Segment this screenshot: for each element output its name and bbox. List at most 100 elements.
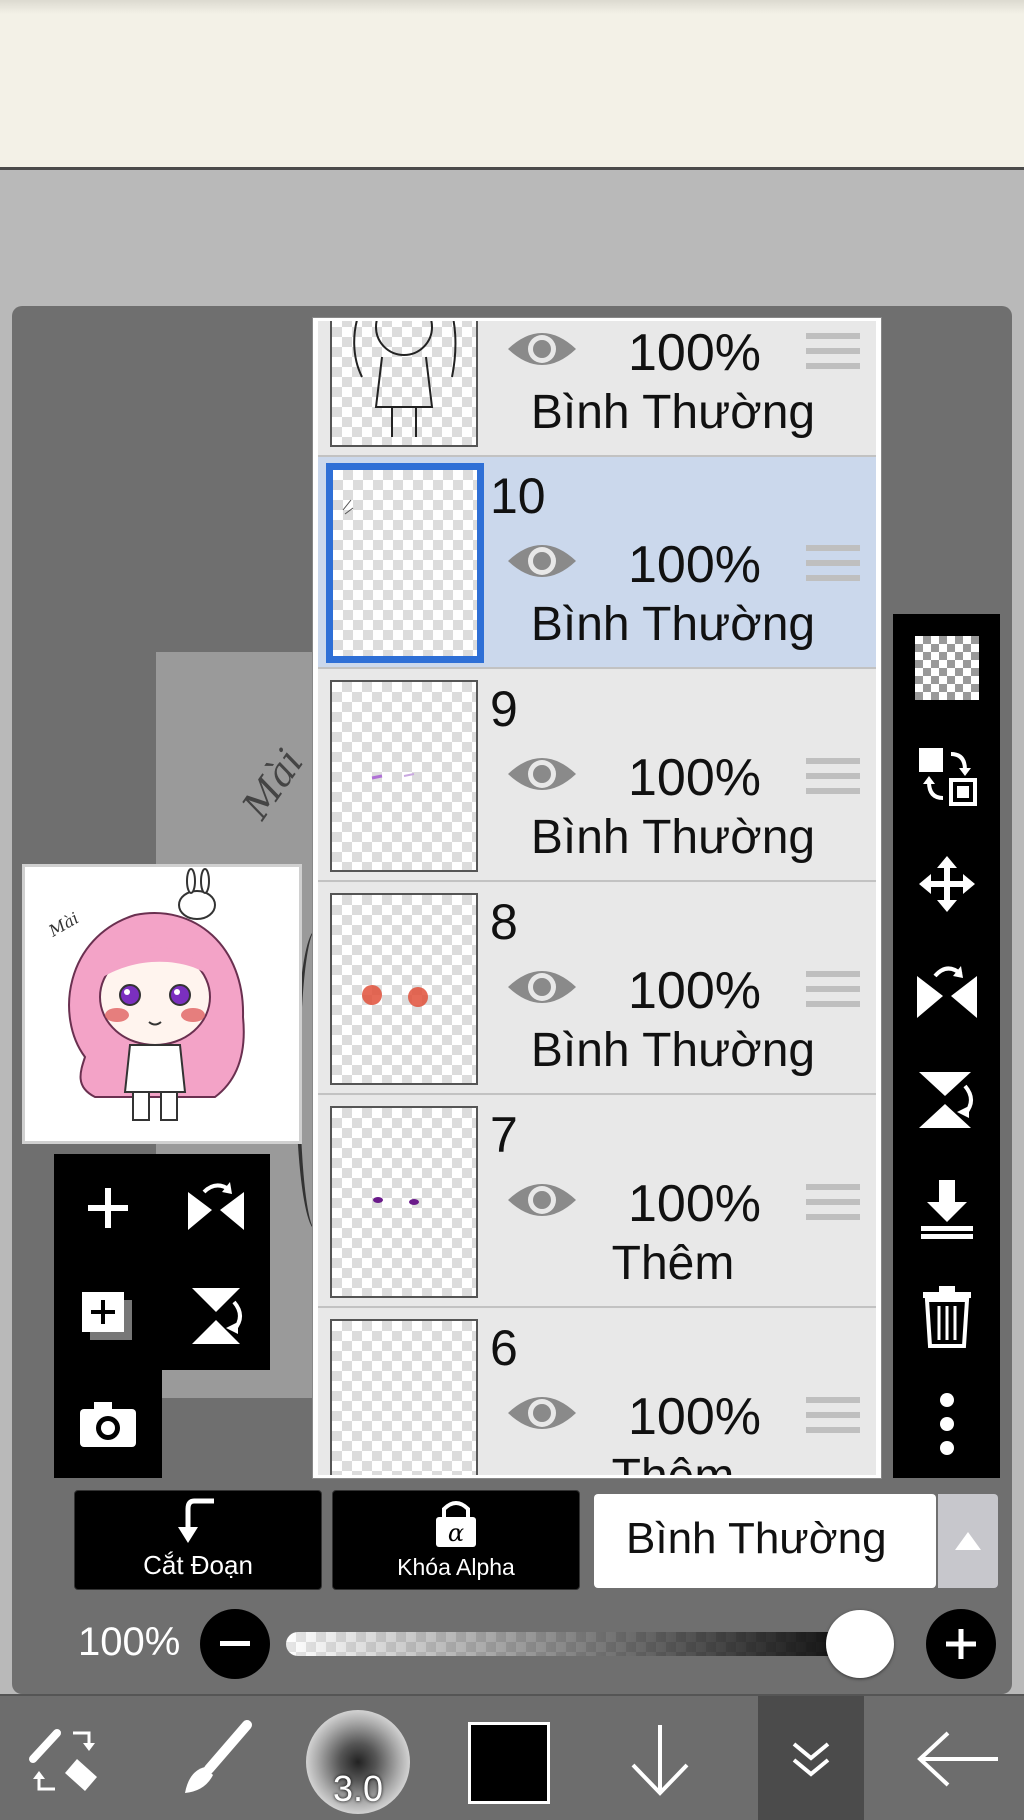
visibility-toggle[interactable] xyxy=(504,323,580,380)
merge-down-button[interactable] xyxy=(893,1154,1000,1262)
add-copy-layer-button[interactable] xyxy=(54,1262,162,1370)
transparent-fill-button[interactable] xyxy=(893,614,1000,722)
opacity-increase-button[interactable] xyxy=(926,1609,996,1679)
layer-row[interactable]: 6 100% Thêm xyxy=(318,1309,876,1475)
visibility-toggle[interactable] xyxy=(504,961,580,1018)
layer-number: 6 xyxy=(490,1320,518,1376)
layer-blend-mode: Bình Thường xyxy=(530,386,816,439)
brush-size-button[interactable]: 3.0 xyxy=(306,1710,410,1814)
alpha-lock-icon: α xyxy=(436,1501,476,1547)
move-arrows-icon xyxy=(918,856,975,912)
layers-list[interactable]: 100% Bình Thường 10 100% Bình Thường 9 100% Bìn… xyxy=(313,318,881,1478)
layer-thumbnail[interactable] xyxy=(330,893,478,1085)
visibility-toggle[interactable] xyxy=(504,1387,580,1444)
more-options-button[interactable] xyxy=(893,1370,1000,1478)
layer-thumbnail[interactable] xyxy=(326,463,484,663)
visibility-toggle[interactable] xyxy=(504,748,580,805)
layer-blend-mode: Bình Thường xyxy=(530,598,816,651)
layer-number: 8 xyxy=(490,894,518,950)
canvas-signature: Mài xyxy=(233,741,313,827)
flip-horizontal-icon xyxy=(916,966,977,1018)
brush-eraser-swap-icon xyxy=(29,1729,97,1791)
flip-vertical-icon xyxy=(918,1072,973,1128)
triangle-up-icon xyxy=(955,1532,981,1550)
layer-row[interactable]: 9 100% Bình Thường xyxy=(318,670,876,882)
layer-opacity: 100% xyxy=(628,324,761,382)
delete-layer-button[interactable] xyxy=(893,1262,1000,1370)
layer-thumb-art xyxy=(373,1197,419,1205)
layer-thumb-art xyxy=(371,773,415,780)
opacity-slider-fill xyxy=(286,1632,886,1656)
clipping-label: Cắt Đoạn xyxy=(143,1550,253,1580)
alpha-lock-label: Khóa Alpha xyxy=(397,1554,515,1580)
arrow-left-icon xyxy=(917,1731,998,1787)
layer-row[interactable]: 10 100% Bình Thường xyxy=(318,457,876,669)
color-picker-button[interactable] xyxy=(468,1722,550,1804)
layer-thumbnail[interactable] xyxy=(330,1319,478,1475)
flip-horizontal-layer-button[interactable] xyxy=(162,1154,270,1262)
layer-opacity: 100% xyxy=(628,1175,761,1233)
back-button[interactable] xyxy=(894,1696,1024,1820)
layer-number: 10 xyxy=(490,468,546,524)
brush-tool-button[interactable] xyxy=(150,1696,280,1820)
opacity-slider-handle[interactable] xyxy=(826,1610,894,1678)
layer-opacity: 100% xyxy=(628,749,761,807)
alpha-lock-button[interactable]: α Khóa Alpha xyxy=(332,1490,580,1590)
layer-blend-mode: Bình Thường xyxy=(530,1024,816,1077)
layer-thumb-art xyxy=(342,499,354,515)
visibility-toggle[interactable] xyxy=(504,535,580,592)
flip-horizontal-button[interactable] xyxy=(893,938,1000,1046)
layer-blend-mode: Bình Thường xyxy=(530,811,816,864)
swap-icon xyxy=(918,748,977,806)
drag-handle-icon[interactable] xyxy=(806,545,860,589)
eye-icon xyxy=(508,971,576,1003)
eye-icon xyxy=(508,1184,576,1216)
swap-layers-button[interactable] xyxy=(893,722,1000,830)
checker-icon xyxy=(914,636,979,700)
layer-thumb-art xyxy=(353,321,457,437)
layer-thumbnail[interactable] xyxy=(330,321,478,447)
blend-mode-select[interactable]: Bình Thường xyxy=(594,1494,936,1588)
clipping-button[interactable]: Cắt Đoạn xyxy=(74,1490,322,1590)
top-bar xyxy=(0,0,1024,170)
drag-handle-icon[interactable] xyxy=(806,1184,860,1228)
layer-row[interactable]: 100% Bình Thường xyxy=(318,321,876,457)
flip-vertical-layer-button[interactable] xyxy=(162,1262,270,1370)
move-layer-button[interactable] xyxy=(893,830,1000,938)
opacity-decrease-button[interactable] xyxy=(200,1609,270,1679)
blend-mode-value: Bình Thường xyxy=(626,1514,887,1563)
eye-icon xyxy=(508,333,576,365)
flip-vertical-icon xyxy=(192,1288,242,1344)
eye-icon xyxy=(508,1397,576,1429)
add-layer-button[interactable] xyxy=(54,1154,162,1262)
blend-mode-dropdown-button[interactable] xyxy=(938,1494,998,1588)
layer-opacity: 100% xyxy=(628,1388,761,1446)
flip-vertical-button[interactable] xyxy=(893,1046,1000,1154)
layer-thumbnail[interactable] xyxy=(330,680,478,872)
drag-handle-icon[interactable] xyxy=(806,1397,860,1441)
layer-thumbnail[interactable] xyxy=(330,1106,478,1298)
more-vertical-icon xyxy=(939,1393,954,1455)
eye-icon xyxy=(508,545,576,577)
canvas-thumbnail[interactable]: Mài xyxy=(22,864,302,1144)
layers-toggle-button[interactable] xyxy=(758,1696,864,1820)
clipping-arrow-icon xyxy=(178,1498,214,1543)
drag-handle-icon[interactable] xyxy=(806,971,860,1015)
layer-number: 7 xyxy=(490,1107,518,1163)
opacity-label: 100% xyxy=(78,1620,181,1664)
opacity-slider[interactable] xyxy=(286,1632,886,1656)
flip-horizontal-icon xyxy=(188,1182,244,1230)
add-copy-icon xyxy=(82,1292,132,1340)
layer-down-button[interactable] xyxy=(600,1696,720,1820)
drag-handle-icon[interactable] xyxy=(806,758,860,802)
drag-handle-icon[interactable] xyxy=(806,333,860,377)
layer-row[interactable]: 8 100% Bình Thường xyxy=(318,883,876,1095)
layer-row[interactable]: 7 100% Thêm xyxy=(318,1096,876,1308)
camera-import-button[interactable] xyxy=(54,1370,162,1478)
visibility-toggle[interactable] xyxy=(504,1174,580,1231)
svg-text:α: α xyxy=(448,1519,464,1547)
layer-side-toolbar xyxy=(893,614,1000,1478)
camera-group xyxy=(54,1370,162,1478)
layers-scroll[interactable]: 100% Bình Thường 10 100% Bình Thường 9 100% Bìn… xyxy=(318,321,876,1475)
tool-switch-button[interactable] xyxy=(0,1696,130,1820)
